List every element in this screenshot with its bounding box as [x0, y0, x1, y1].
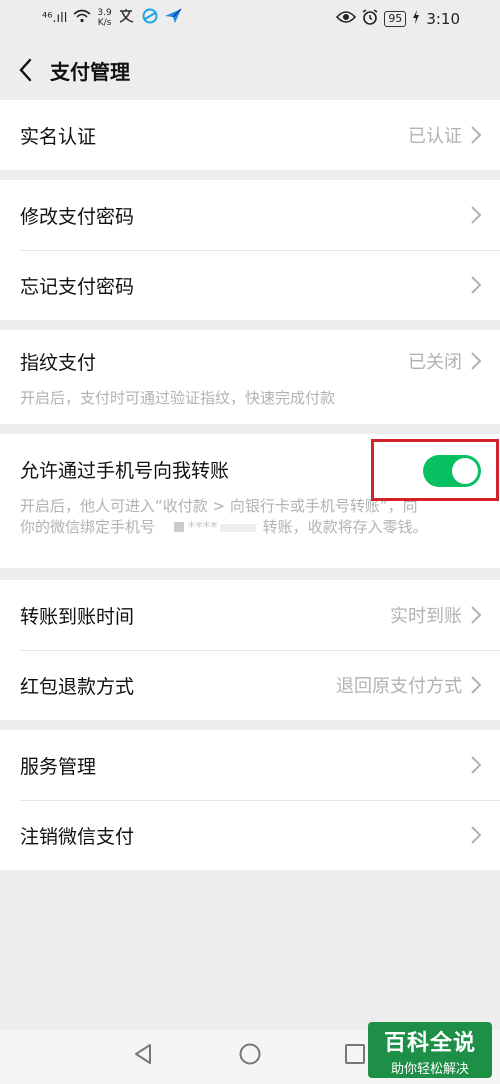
service-management-row[interactable]: 服务管理	[0, 730, 500, 800]
refund-method-row[interactable]: 红包退款方式 退回原支付方式	[0, 650, 500, 720]
refund-method-value: 退回原支付方式	[336, 676, 462, 697]
realname-group: 实名认证 已认证	[0, 100, 500, 170]
fingerprint-row[interactable]: 指纹支付 已关闭	[0, 330, 500, 392]
speed-unit: K/s	[97, 18, 112, 28]
home-circle-icon[interactable]	[238, 1042, 262, 1070]
chevron-right-icon	[470, 605, 482, 625]
cancel-wechat-pay-label: 注销微信支付	[20, 825, 135, 848]
modify-password-label: 修改支付密码	[20, 205, 135, 228]
chevron-right-icon	[470, 351, 482, 371]
masked-phone-blur	[219, 524, 256, 532]
arrival-time-row[interactable]: 转账到账时间 实时到账	[0, 580, 500, 650]
status-bar: ⁴⁶.ıll 3.9 K/s 95 3:10	[0, 0, 500, 40]
back-arrow-icon[interactable]	[14, 56, 38, 84]
fingerprint-label: 指纹支付	[20, 351, 97, 374]
fingerprint-value: 已关闭	[408, 352, 462, 373]
page-title: 支付管理	[50, 60, 130, 84]
fingerprint-description: 开启后，支付时可通过验证指纹，快速完成付款	[20, 389, 336, 407]
phone-transfer-desc-line2-start: 你的微信绑定手机号	[20, 518, 156, 536]
nav-header: 支付管理	[0, 40, 500, 100]
watermark-subtitle: 助你轻松解决	[390, 1062, 469, 1077]
masked-phone-number: ****	[187, 518, 218, 536]
wifi-icon	[73, 9, 91, 27]
eye-icon	[336, 10, 357, 28]
transfer-settings-group: 转账到账时间 实时到账 红包退款方式 退回原支付方式	[0, 580, 500, 720]
charging-icon	[412, 10, 420, 28]
phone-transfer-description: 开启后，他人可进入“收付款 > 向银行卡或手机号转账”，向 你的微信绑定手机号 …	[20, 496, 470, 538]
password-group: 修改支付密码 忘记支付密码	[0, 180, 500, 320]
back-triangle-icon[interactable]	[132, 1042, 154, 1070]
phone-transfer-desc-line2-end: 转账，收款将存入零钱。	[262, 518, 428, 536]
highlight-annotation-box	[371, 439, 499, 501]
status-right: 95 3:10	[336, 9, 460, 29]
fingerprint-group: 指纹支付 已关闭 开启后，支付时可通过验证指纹，快速完成付款	[0, 330, 500, 424]
watermark-title: 百科全说	[383, 1031, 476, 1056]
watermark-logo: 百科全说 助你轻松解决	[368, 1022, 492, 1078]
clock: 3:10	[426, 10, 460, 28]
realname-row[interactable]: 实名认证 已认证	[0, 100, 500, 170]
alarm-icon	[362, 9, 378, 29]
cancel-wechat-pay-row[interactable]: 注销微信支付	[0, 800, 500, 870]
browser-icon	[142, 8, 158, 28]
forgot-password-label: 忘记支付密码	[20, 275, 135, 298]
realname-value: 已认证	[408, 126, 462, 147]
translate-icon	[118, 8, 136, 28]
service-group: 服务管理 注销微信支付	[0, 730, 500, 870]
realname-label: 实名认证	[20, 125, 97, 148]
chevron-right-icon	[470, 755, 482, 775]
modify-password-row[interactable]: 修改支付密码	[0, 180, 500, 250]
status-left: ⁴⁶.ıll 3.9 K/s	[42, 8, 182, 28]
masked-phone-block	[173, 522, 184, 532]
chevron-right-icon	[470, 205, 482, 225]
recents-square-icon[interactable]	[344, 1042, 366, 1070]
chevron-right-icon	[470, 125, 482, 145]
phone-transfer-label: 允许通过手机号向我转账	[20, 459, 230, 482]
refund-method-label: 红包退款方式	[20, 675, 135, 698]
signal-icon: ⁴⁶.ıll	[42, 10, 68, 26]
chevron-right-icon	[470, 675, 482, 695]
arrival-time-label: 转账到账时间	[20, 605, 135, 628]
chevron-right-icon	[470, 825, 482, 845]
arrival-time-value: 实时到账	[390, 606, 462, 627]
service-management-label: 服务管理	[20, 755, 97, 778]
forgot-password-row[interactable]: 忘记支付密码	[0, 250, 500, 320]
phone-transfer-desc-line2: 你的微信绑定手机号 **** 转账，收款将存入零钱。	[20, 517, 470, 538]
app-notification-icon	[164, 8, 182, 28]
network-speed: 3.9 K/s	[97, 8, 111, 28]
chevron-right-icon	[470, 275, 482, 295]
battery-indicator: 95	[384, 11, 407, 27]
speed-value: 3.9	[97, 8, 112, 18]
